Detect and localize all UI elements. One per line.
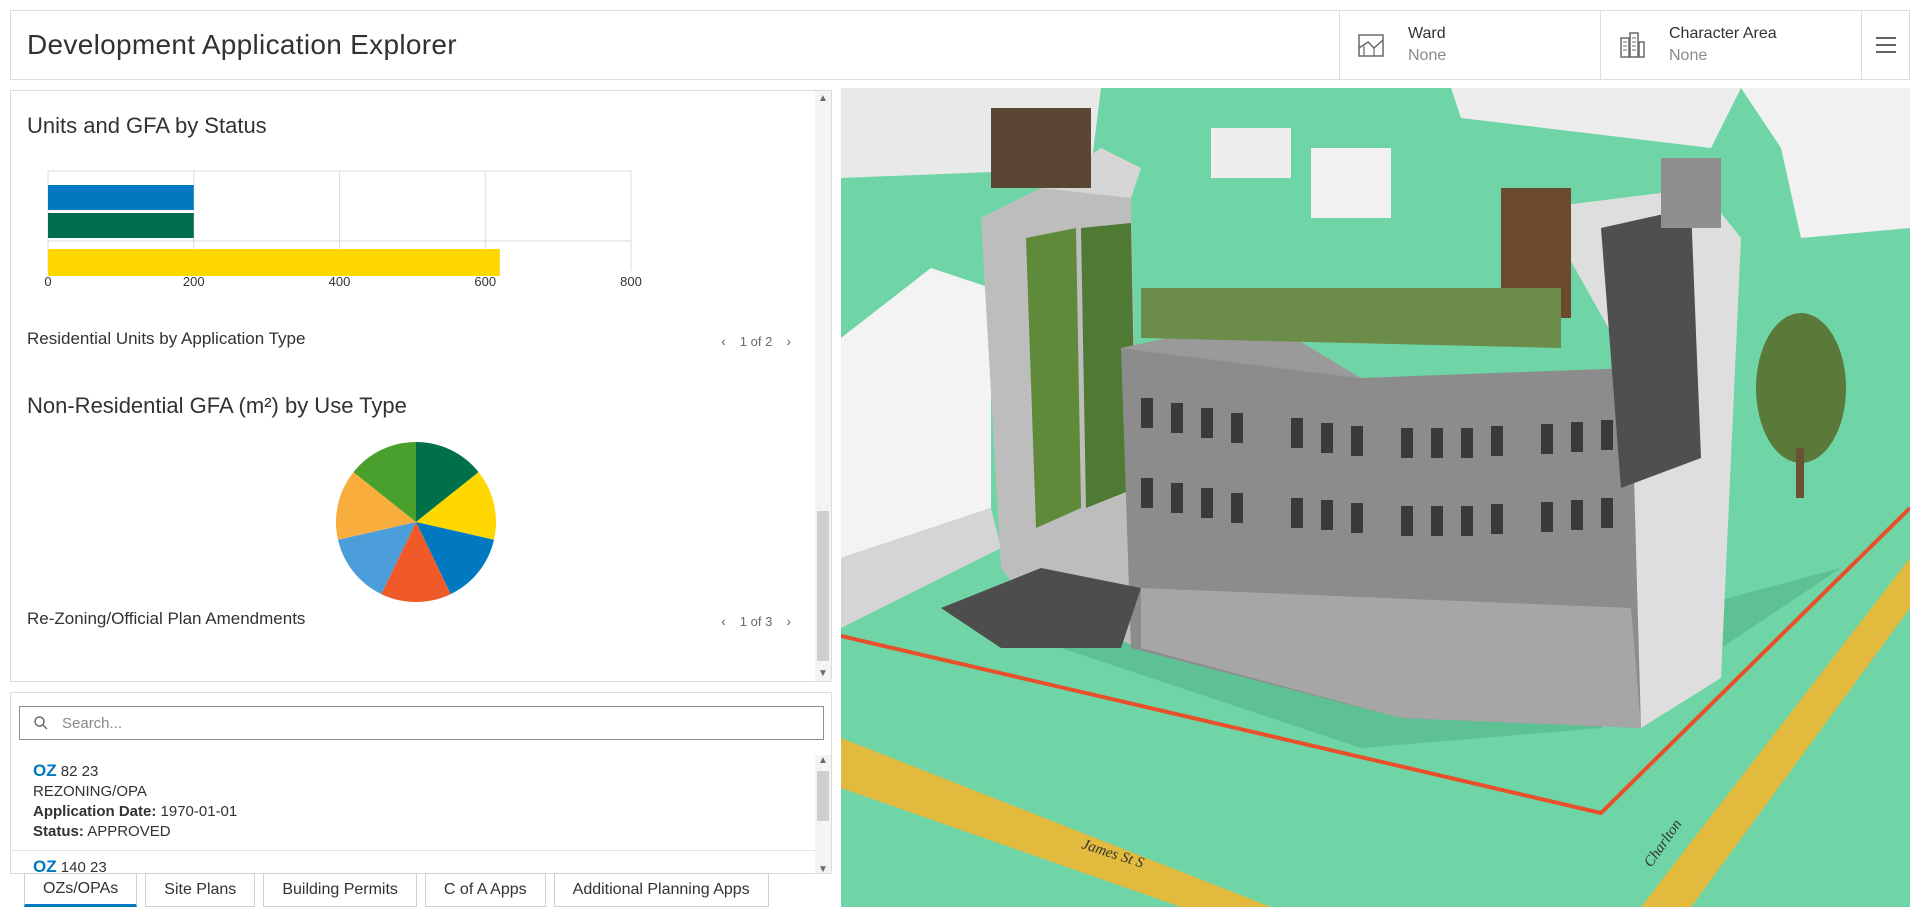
- character-area-filter-value: None: [1669, 47, 1708, 64]
- tab-additional-planning-apps[interactable]: Additional Planning Apps: [553, 873, 769, 907]
- chart1-pager-text: 1 of 2: [739, 333, 773, 349]
- bar-chart-tick-label: 800: [620, 274, 642, 289]
- chevron-left-icon[interactable]: ‹: [721, 613, 726, 629]
- list-item[interactable]: OZ 140 23: [11, 851, 817, 874]
- chart2-sub-label: Re-Zoning/Official Plan Amendments: [27, 609, 306, 628]
- app-header: Development Application Explorer Ward No…: [10, 10, 1910, 80]
- charts-scroll-thumb[interactable]: [817, 511, 829, 661]
- chart2-pager-text: 1 of 3: [739, 613, 773, 629]
- scroll-up-arrow-icon[interactable]: ▲: [815, 755, 831, 766]
- bar-chart-tick-label: 400: [329, 274, 351, 289]
- bar-chart-tick-label: 200: [183, 274, 205, 289]
- app-status-label: Status:: [33, 823, 84, 840]
- bar-chart-bar[interactable]: [48, 213, 194, 238]
- chart1-sub-label: Residential Units by Application Type: [27, 329, 306, 348]
- charts-scrollbar[interactable]: ▲ ▼: [815, 91, 831, 681]
- bar-chart-bar[interactable]: [48, 185, 194, 210]
- app-type: REZONING/OPA: [33, 783, 147, 800]
- chart1-pager: ‹ 1 of 2 ›: [721, 333, 791, 349]
- search-input[interactable]: [62, 714, 762, 732]
- scroll-down-arrow-icon[interactable]: ▼: [815, 668, 831, 679]
- bar-chart-tick-label: 0: [44, 274, 51, 289]
- application-type-tabs: OZs/OPAs Site Plans Building Permits C o…: [24, 873, 769, 909]
- list-scrollbar[interactable]: ▲ ▼: [815, 755, 831, 873]
- list-item[interactable]: OZ 82 23 REZONING/OPA Application Date: …: [11, 755, 817, 851]
- ward-filter[interactable]: Ward None: [1339, 11, 1600, 79]
- buildings-icon: [1620, 32, 1645, 58]
- chevron-right-icon[interactable]: ›: [786, 333, 791, 349]
- gfa-use-type-pie-chart: [336, 442, 496, 602]
- app-prefix: OZ: [33, 761, 57, 780]
- scroll-up-arrow-icon[interactable]: ▲: [815, 93, 831, 104]
- ward-filter-value: None: [1408, 47, 1447, 64]
- scroll-down-arrow-icon[interactable]: ▼: [815, 864, 831, 873]
- chart1-title: Units and GFA by Status: [27, 113, 267, 138]
- ward-map-icon: [1358, 34, 1384, 57]
- tab-c-of-a-apps[interactable]: C of A Apps: [424, 873, 546, 907]
- app-title: Development Application Explorer: [27, 29, 457, 60]
- search-icon: [34, 716, 48, 730]
- bar-chart-tick-label: 600: [474, 274, 496, 289]
- app-prefix: OZ: [33, 857, 57, 874]
- tab-ozs-opas[interactable]: OZs/OPAs: [24, 873, 138, 907]
- hamburger-menu-icon: [1875, 37, 1896, 53]
- app-date: 1970-01-01: [160, 803, 238, 820]
- app-code: 140 23: [60, 859, 107, 874]
- chart2-pager: ‹ 1 of 3 ›: [721, 613, 791, 629]
- character-area-filter-label: Character Area: [1669, 25, 1777, 42]
- applications-list: OZ 82 23 REZONING/OPA Application Date: …: [11, 755, 817, 874]
- search-box[interactable]: [19, 706, 824, 740]
- 3d-building-scene: James St S Charlton: [841, 88, 1910, 907]
- list-scroll-thumb[interactable]: [817, 771, 829, 821]
- chart2-title: Non-Residential GFA (m²) by Use Type: [27, 393, 407, 418]
- menu-button[interactable]: [1861, 11, 1909, 79]
- charts-panel: Units and GFA by Status 0 200 400 600 800 Re…: [10, 90, 832, 682]
- app-status: APPROVED: [87, 823, 171, 840]
- chevron-right-icon[interactable]: ›: [786, 613, 791, 629]
- app-date-label: Application Date:: [33, 803, 157, 820]
- ward-filter-label: Ward: [1408, 25, 1446, 42]
- chevron-left-icon[interactable]: ‹: [721, 333, 726, 349]
- units-gfa-bar-chart: 0 200 400 600 800: [44, 170, 642, 289]
- tab-site-plans[interactable]: Site Plans: [145, 873, 256, 907]
- applications-list-panel: OZ 82 23 REZONING/OPA Application Date: …: [10, 692, 832, 874]
- character-area-filter[interactable]: Character Area None: [1600, 11, 1861, 79]
- tab-building-permits[interactable]: Building Permits: [263, 873, 417, 907]
- bar-chart-bar[interactable]: [48, 249, 500, 276]
- app-code: 82 23: [60, 763, 99, 780]
- scene-view-map[interactable]: James St S Charlton: [841, 88, 1910, 907]
